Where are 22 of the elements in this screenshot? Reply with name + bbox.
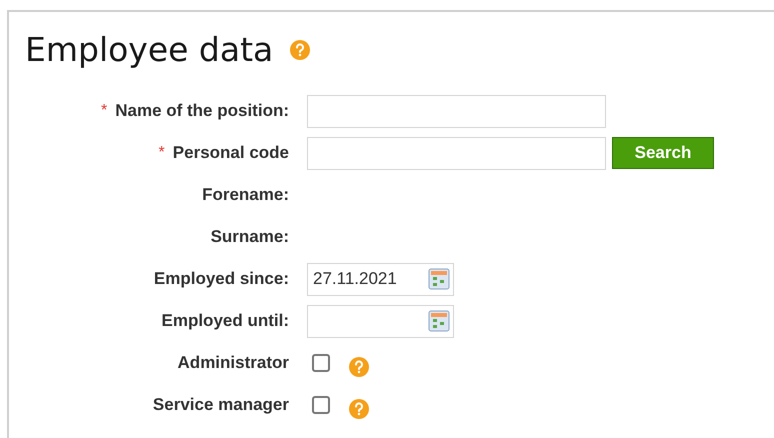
field-label: Administrator — [178, 352, 289, 374]
required-asterisk: * — [158, 143, 165, 163]
field-label: Personal code — [172, 142, 289, 164]
checkbox[interactable] — [312, 354, 330, 372]
help-icon[interactable] — [348, 398, 370, 420]
field-label: Service manager — [152, 394, 289, 416]
field-label: Forename: — [202, 184, 289, 206]
field-label: Surname: — [210, 226, 289, 248]
required-asterisk: * — [100, 101, 108, 121]
page-title: Employee data — [25, 30, 274, 70]
field-label: Employed until: — [162, 310, 289, 332]
help-icon[interactable] — [348, 356, 370, 378]
help-icon[interactable] — [289, 39, 312, 61]
field-label: Employed since: — [154, 268, 289, 290]
calendar-icon[interactable] — [428, 310, 450, 332]
calendar-icon[interactable] — [428, 268, 450, 290]
field-label: Name of the position: — [115, 100, 289, 122]
date-field[interactable] — [307, 304, 454, 338]
text-field[interactable] — [307, 136, 606, 170]
checkbox[interactable] — [312, 396, 330, 414]
text-field[interactable] — [307, 94, 606, 128]
date-field[interactable]: 27.11.2021 — [307, 262, 454, 296]
